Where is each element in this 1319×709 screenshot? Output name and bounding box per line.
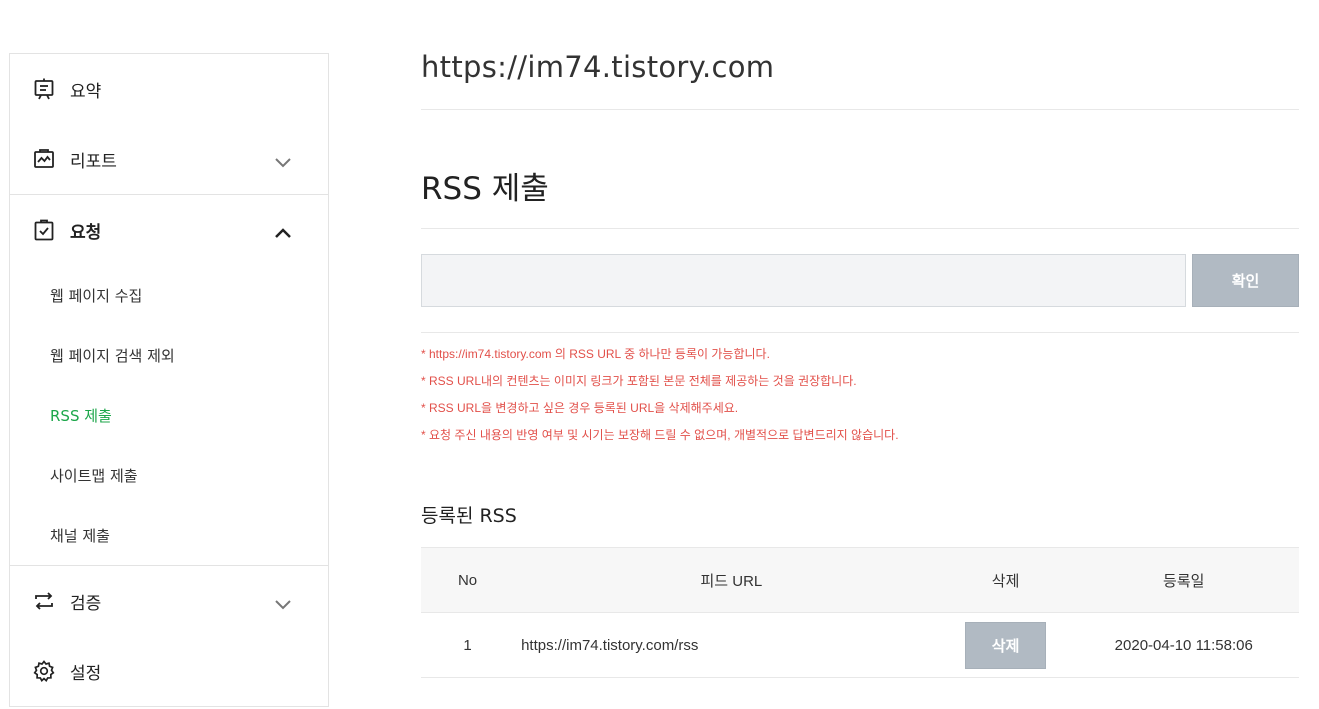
sidebar-item-report[interactable]: 리포트 bbox=[10, 124, 328, 194]
page-title: RSS 제출 bbox=[421, 171, 549, 207]
column-header-date: 등록일 bbox=[1068, 547, 1299, 613]
sidebar-item-label: 요청 bbox=[70, 222, 102, 243]
sidebar-item-label: 리포트 bbox=[70, 151, 117, 172]
sidebar-item-label: 검증 bbox=[70, 593, 102, 614]
table-row: 1 https://im74.tistory.com/rss 삭제 2020-0… bbox=[421, 612, 1299, 678]
summary-icon bbox=[32, 77, 56, 101]
sidebar-item-request[interactable]: 요청 bbox=[10, 195, 328, 265]
notice-text: * 요청 주신 내용의 반영 여부 및 시기는 보장해 드릴 수 없으며, 개별… bbox=[421, 428, 899, 442]
column-header-feed-url: 피드 URL bbox=[514, 547, 943, 613]
sidebar-item-label: 설정 bbox=[70, 663, 102, 684]
sidebar-subitem-sitemap-submit[interactable]: 사이트맵 제출 bbox=[10, 445, 328, 505]
confirm-button[interactable]: 확인 bbox=[1192, 254, 1299, 307]
column-header-delete: 삭제 bbox=[942, 547, 1069, 613]
sidebar-subitem-channel-submit[interactable]: 채널 제출 bbox=[10, 505, 328, 565]
delete-button[interactable]: 삭제 bbox=[965, 621, 1047, 669]
sidebar-subitem-web-collect[interactable]: 웹 페이지 수집 bbox=[10, 265, 328, 325]
column-header-no: No bbox=[421, 547, 515, 613]
settings-icon bbox=[32, 659, 56, 683]
divider bbox=[421, 109, 1299, 110]
chevron-up-icon[interactable] bbox=[274, 224, 292, 238]
verify-icon bbox=[32, 589, 56, 613]
row-feed-url: https://im74.tistory.com/rss bbox=[514, 612, 943, 678]
chevron-down-icon[interactable] bbox=[274, 153, 292, 168]
sidebar-item-settings[interactable]: 설정 bbox=[10, 636, 328, 706]
report-icon bbox=[32, 147, 56, 171]
rss-url-input[interactable] bbox=[421, 254, 1186, 307]
row-delete-cell: 삭제 bbox=[942, 612, 1069, 678]
site-url-title: https://im74.tistory.com bbox=[421, 50, 775, 84]
notice-text: * RSS URL내의 컨텐츠는 이미지 링크가 포함된 본문 전체를 제공하는… bbox=[421, 374, 857, 388]
row-registered-date: 2020-04-10 11:58:06 bbox=[1068, 612, 1299, 678]
registered-rss-heading: 등록된 RSS bbox=[421, 505, 517, 527]
chevron-down-icon[interactable] bbox=[274, 595, 292, 610]
sidebar-item-verify[interactable]: 검증 bbox=[10, 566, 328, 636]
table-header-row: No 피드 URL 삭제 등록일 bbox=[421, 547, 1299, 613]
notice-list: * https://im74.tistory.com 의 RSS URL 중 하… bbox=[421, 344, 899, 452]
registered-rss-table: No 피드 URL 삭제 등록일 1 https://im74.tistory.… bbox=[421, 547, 1299, 678]
sidebar-nav: 요약 리포트 요청 웹 페이지 수집 웹 페이지 검색 제외 RSS 제출 사이… bbox=[9, 53, 329, 707]
row-number: 1 bbox=[421, 612, 515, 678]
request-icon bbox=[32, 218, 56, 242]
notice-text: * RSS URL을 변경하고 싶은 경우 등록된 URL을 삭제해주세요. bbox=[421, 401, 739, 415]
divider bbox=[421, 228, 1299, 229]
sidebar-subitem-rss-submit[interactable]: RSS 제출 bbox=[10, 385, 328, 445]
notice-text: * https://im74.tistory.com 의 RSS URL 중 하… bbox=[421, 347, 770, 361]
sidebar-subitem-web-exclude[interactable]: 웹 페이지 검색 제외 bbox=[10, 325, 328, 385]
sidebar-item-summary[interactable]: 요약 bbox=[10, 54, 328, 124]
sidebar-item-label: 요약 bbox=[70, 81, 102, 102]
divider bbox=[421, 332, 1299, 333]
